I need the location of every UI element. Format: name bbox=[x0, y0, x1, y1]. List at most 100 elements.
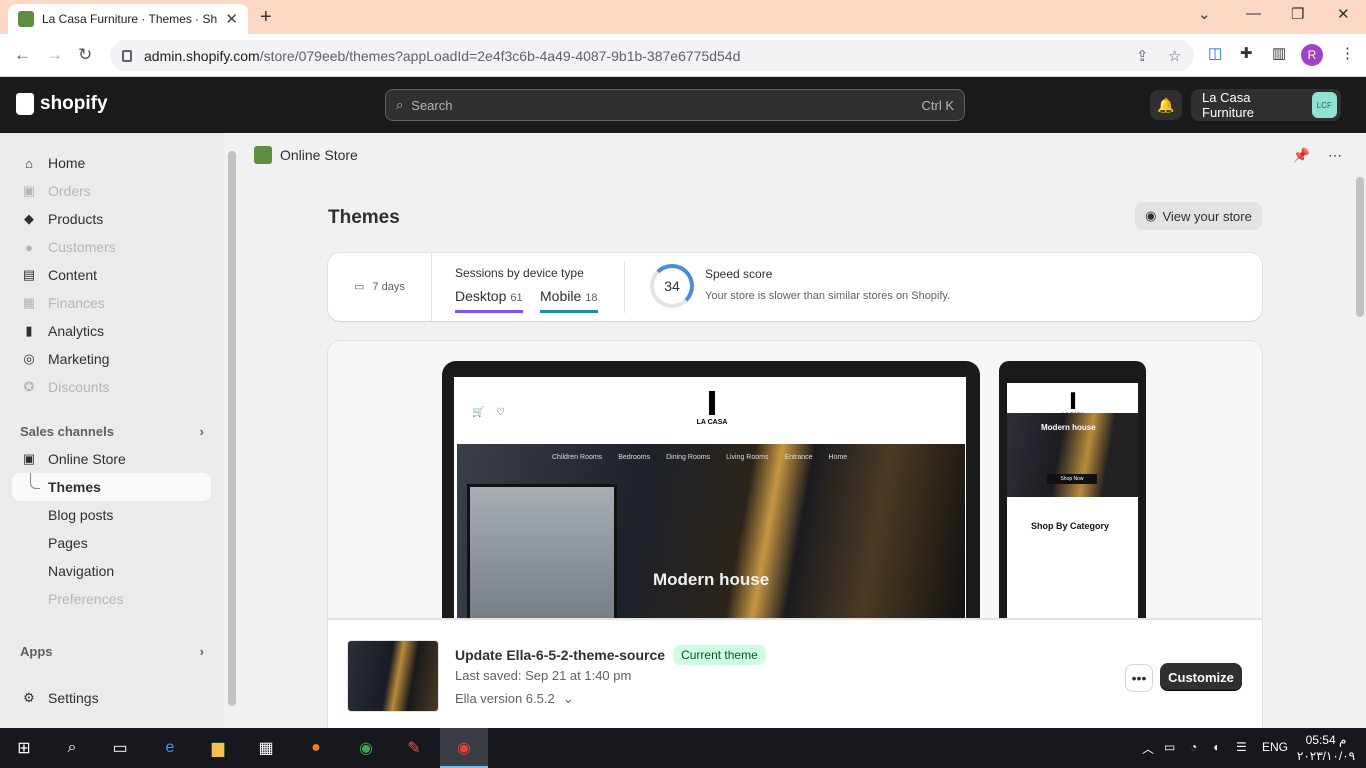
sidebar-item-label: Customers bbox=[48, 239, 116, 255]
search-input[interactable]: ⌕ Search Ctrl K bbox=[385, 89, 965, 121]
more-horizontal-icon[interactable]: ⋯ bbox=[1328, 147, 1342, 164]
chevron-down-icon[interactable]: ⌄ bbox=[1198, 5, 1211, 23]
sidebar-item-discounts[interactable]: ✪ Discounts bbox=[12, 373, 211, 401]
store-nav-item: Children Rooms bbox=[552, 454, 603, 461]
bar-chart-icon: ▮ bbox=[25, 323, 33, 338]
sidebar-item-orders[interactable]: ▣ Orders bbox=[12, 177, 211, 205]
chrome-icon[interactable]: ◉ bbox=[354, 736, 378, 760]
file-explorer-icon[interactable]: ▆ bbox=[206, 736, 230, 760]
store-menu-button[interactable]: La Casa Furniture LCF bbox=[1191, 89, 1341, 121]
share-icon[interactable]: ⇪ bbox=[1136, 47, 1149, 65]
chevron-right-icon: › bbox=[199, 424, 204, 439]
view-store-button[interactable]: ◉ View your store bbox=[1135, 202, 1262, 230]
window-close-icon[interactable]: ✕ bbox=[1337, 5, 1350, 23]
store-name: La Casa Furniture bbox=[1202, 90, 1255, 120]
url-host: admin.shopify.com bbox=[144, 47, 260, 64]
puzzle-icon[interactable]: ✚ bbox=[1240, 44, 1253, 62]
desktop-preview-screen: 🛒 ♡ LA CASA Children Rooms Bedrooms Dini… bbox=[454, 377, 966, 641]
apps-header[interactable]: Apps › bbox=[20, 644, 204, 659]
search-icon[interactable]: ⌕ bbox=[60, 736, 84, 760]
logo-mark bbox=[1070, 392, 1076, 410]
store-app-icon[interactable]: ▦ bbox=[254, 736, 278, 760]
chevron-down-icon: ⌄ bbox=[562, 691, 574, 706]
pin-icon[interactable]: 📌 bbox=[1293, 147, 1310, 164]
speed-score-ring[interactable]: 34 bbox=[650, 264, 694, 308]
sidebar-item-customers[interactable]: ● Customers bbox=[12, 233, 211, 261]
battery-icon[interactable]: ▭ bbox=[1164, 740, 1175, 754]
reload-icon[interactable]: ↻ bbox=[78, 45, 92, 65]
tab-title: La Casa Furniture · Themes · Sho bbox=[42, 12, 218, 26]
paint-icon[interactable]: ✎ bbox=[402, 736, 426, 760]
theme-thumbnail bbox=[347, 640, 439, 712]
notifications-bell-icon[interactable]: 🔔 bbox=[1150, 90, 1182, 120]
task-view-icon[interactable]: ▭ bbox=[108, 736, 132, 760]
new-tab-icon[interactable]: + bbox=[260, 6, 272, 29]
sidebar-item-home[interactable]: ⌂ Home bbox=[12, 149, 211, 177]
sidebar-item-analytics[interactable]: ▮ Analytics bbox=[12, 317, 211, 345]
date-range-button[interactable]: ▭ 7 days bbox=[354, 280, 405, 294]
bookmark-star-icon[interactable]: ☆ bbox=[1168, 47, 1181, 65]
sidebar-scrollbar[interactable] bbox=[224, 133, 238, 728]
sidebar-item-navigation[interactable]: Navigation bbox=[12, 557, 211, 585]
sidebar-item-marketing[interactable]: ◎ Marketing bbox=[12, 345, 211, 373]
action-center-icon[interactable]: ☰ bbox=[1236, 740, 1247, 754]
sidebar-item-products[interactable]: ◆ Products bbox=[12, 205, 211, 233]
desktop-preview: 🛒 ♡ LA CASA Children Rooms Bedrooms Dini… bbox=[442, 361, 980, 641]
sidebar-item-settings[interactable]: ⚙ Settings bbox=[12, 684, 211, 712]
divider bbox=[624, 261, 625, 313]
target-icon: ◎ bbox=[23, 351, 35, 366]
main-scrollbar[interactable] bbox=[1352, 177, 1366, 728]
taskbar-clock[interactable]: 05:54 م ٢٠٢٣/١٠/٠٩ bbox=[1296, 732, 1356, 764]
online-store-icon bbox=[254, 146, 272, 164]
mobile-hero-title: Modern house bbox=[1041, 423, 1096, 432]
scrollbar-thumb[interactable] bbox=[228, 151, 236, 706]
back-icon[interactable]: ← bbox=[14, 45, 31, 65]
mobile-count: 18 bbox=[585, 292, 598, 304]
sidebar-item-online-store[interactable]: ▣ Online Store bbox=[12, 445, 211, 473]
shopify-logo[interactable]: shopify bbox=[16, 93, 108, 115]
mobile-preview-screen: LA CASA Modern house Shop Now Shop By Ca… bbox=[1007, 383, 1138, 641]
sidebar-item-pages[interactable]: Pages bbox=[12, 529, 211, 557]
forward-icon[interactable]: → bbox=[46, 45, 63, 65]
tab-close-icon[interactable]: ✕ bbox=[225, 10, 238, 28]
volume-icon[interactable]: ◖ bbox=[1212, 740, 1219, 754]
sales-channels-header[interactable]: Sales channels › bbox=[20, 424, 204, 439]
current-theme-badge: Current theme bbox=[673, 645, 766, 665]
minimize-icon[interactable]: — bbox=[1246, 5, 1261, 22]
sidebar-item-label: Finances bbox=[48, 295, 105, 311]
extension-icon[interactable]: ◫ bbox=[1208, 44, 1222, 62]
hero-window-image bbox=[467, 484, 617, 641]
desktop-sessions[interactable]: Desktop 61 bbox=[455, 288, 523, 313]
more-actions-button[interactable]: ••• bbox=[1125, 664, 1153, 692]
sidepanel-icon[interactable]: ▥ bbox=[1272, 44, 1286, 62]
sidebar-item-preferences[interactable]: Preferences bbox=[12, 585, 211, 613]
mobile-sessions[interactable]: Mobile 18 bbox=[540, 288, 598, 313]
main-content: Online Store 📌 ⋯ Themes ◉ View your stor… bbox=[238, 133, 1366, 728]
address-bar[interactable]: admin.shopify.com/store/079eeb/themes?ap… bbox=[110, 40, 1194, 71]
language-indicator[interactable]: ENG bbox=[1262, 740, 1288, 754]
clock-time: 05:54 م bbox=[1305, 733, 1347, 747]
tray-chevron-up-icon[interactable]: ︿ bbox=[1142, 740, 1154, 757]
edge-icon[interactable]: e bbox=[158, 736, 182, 760]
last-saved: Last saved: Sep 21 at 1:40 pm bbox=[455, 668, 632, 683]
sidebar-item-blog-posts[interactable]: Blog posts bbox=[12, 501, 211, 529]
shopify-favicon-icon bbox=[18, 11, 34, 27]
sidebar-item-content[interactable]: ▤ Content bbox=[12, 261, 211, 289]
app-header: Online Store bbox=[238, 133, 1350, 177]
firefox-icon[interactable]: ● bbox=[304, 736, 328, 760]
theme-version-dropdown[interactable]: Ella version 6.5.2 ⌄ bbox=[455, 691, 574, 707]
wifi-icon[interactable]: ◔ bbox=[1190, 740, 1197, 754]
sidebar-item-themes[interactable]: Themes bbox=[12, 473, 211, 501]
bank-icon: ▦ bbox=[22, 295, 36, 310]
menu-dots-icon[interactable]: ⋮ bbox=[1340, 44, 1355, 62]
scrollbar-thumb[interactable] bbox=[1356, 177, 1364, 317]
hero-title: Modern house bbox=[653, 570, 770, 589]
sidebar-item-finances[interactable]: ▦ Finances bbox=[12, 289, 211, 317]
browser-tab[interactable]: La Casa Furniture · Themes · Sho ✕ bbox=[8, 4, 248, 34]
profile-avatar[interactable]: R bbox=[1301, 44, 1323, 66]
search-placeholder: Search bbox=[411, 97, 453, 113]
restore-icon[interactable]: ❐ bbox=[1291, 5, 1304, 23]
chrome-profile-icon[interactable]: ◉ bbox=[452, 736, 476, 760]
windows-start-icon[interactable]: ⊞ bbox=[12, 736, 36, 760]
customize-button[interactable]: Customize bbox=[1160, 663, 1242, 691]
